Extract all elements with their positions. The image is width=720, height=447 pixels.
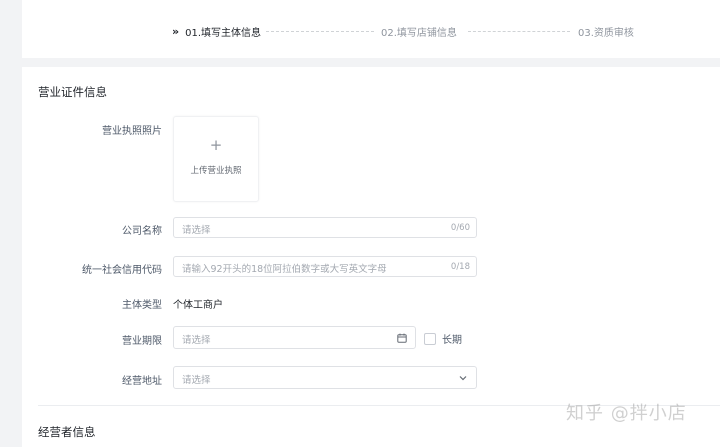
company-name-label: 公司名称 (122, 226, 162, 237)
long-term-checkbox[interactable]: 长期 (424, 331, 462, 346)
company-name-placeholder: 请选择 (182, 225, 211, 236)
double-chevron-right-icon: » (172, 25, 180, 38)
business-term-label: 营业期限 (122, 336, 162, 347)
chevron-down-icon (457, 372, 469, 384)
credit-code-label: 统一社会信用代码 (82, 265, 162, 276)
step-3: 03.资质审核 (578, 24, 634, 39)
plus-icon: + (209, 136, 223, 154)
business-address-select[interactable]: 请选择 (173, 366, 477, 389)
step-2: 02.填写店铺信息 (381, 24, 457, 39)
business-term-placeholder: 请选择 (182, 335, 211, 346)
watermark: 知乎 @拌小店 (566, 403, 687, 424)
entity-type-value: 个体工商户 (173, 300, 223, 311)
step-indicator: » 01.填写主体信息 02.填写店铺信息 03.资质审核 (22, 0, 720, 58)
form-card: 营业证件信息 营业执照照片 + 上传营业执照 公司名称 请选择 0/60 统一社… (22, 67, 720, 447)
checkbox-box[interactable] (424, 332, 436, 345)
step-divider (468, 31, 570, 32)
credit-code-placeholder: 请输入92开头的18位阿拉伯数字或大写英文字母 (182, 264, 387, 275)
credit-code-count: 0/18 (450, 262, 470, 272)
company-name-count: 0/60 (450, 223, 470, 233)
section-title-license: 营业证件信息 (38, 85, 107, 99)
section-title-operator: 经营者信息 (38, 425, 96, 439)
step-3-label: 03.资质审核 (578, 28, 634, 39)
license-upload-box[interactable]: + 上传营业执照 (173, 116, 259, 202)
calendar-icon[interactable] (396, 332, 408, 344)
business-address-placeholder: 请选择 (182, 375, 211, 386)
step-1-label: 01.填写主体信息 (185, 28, 262, 39)
step-2-label: 02.填写店铺信息 (381, 28, 457, 39)
entity-type-label: 主体类型 (122, 300, 162, 311)
step-divider (266, 31, 374, 32)
long-term-label: 长期 (442, 335, 462, 346)
upload-text: 上传营业执照 (190, 166, 242, 176)
business-term-date-picker[interactable]: 请选择 (173, 326, 416, 349)
credit-code-input[interactable]: 请输入92开头的18位阿拉伯数字或大写英文字母 0/18 (173, 256, 477, 277)
business-address-label: 经营地址 (122, 376, 162, 387)
license-photo-label: 营业执照照片 (102, 126, 162, 137)
company-name-input[interactable]: 请选择 0/60 (173, 217, 477, 238)
step-1: » 01.填写主体信息 (172, 24, 261, 39)
